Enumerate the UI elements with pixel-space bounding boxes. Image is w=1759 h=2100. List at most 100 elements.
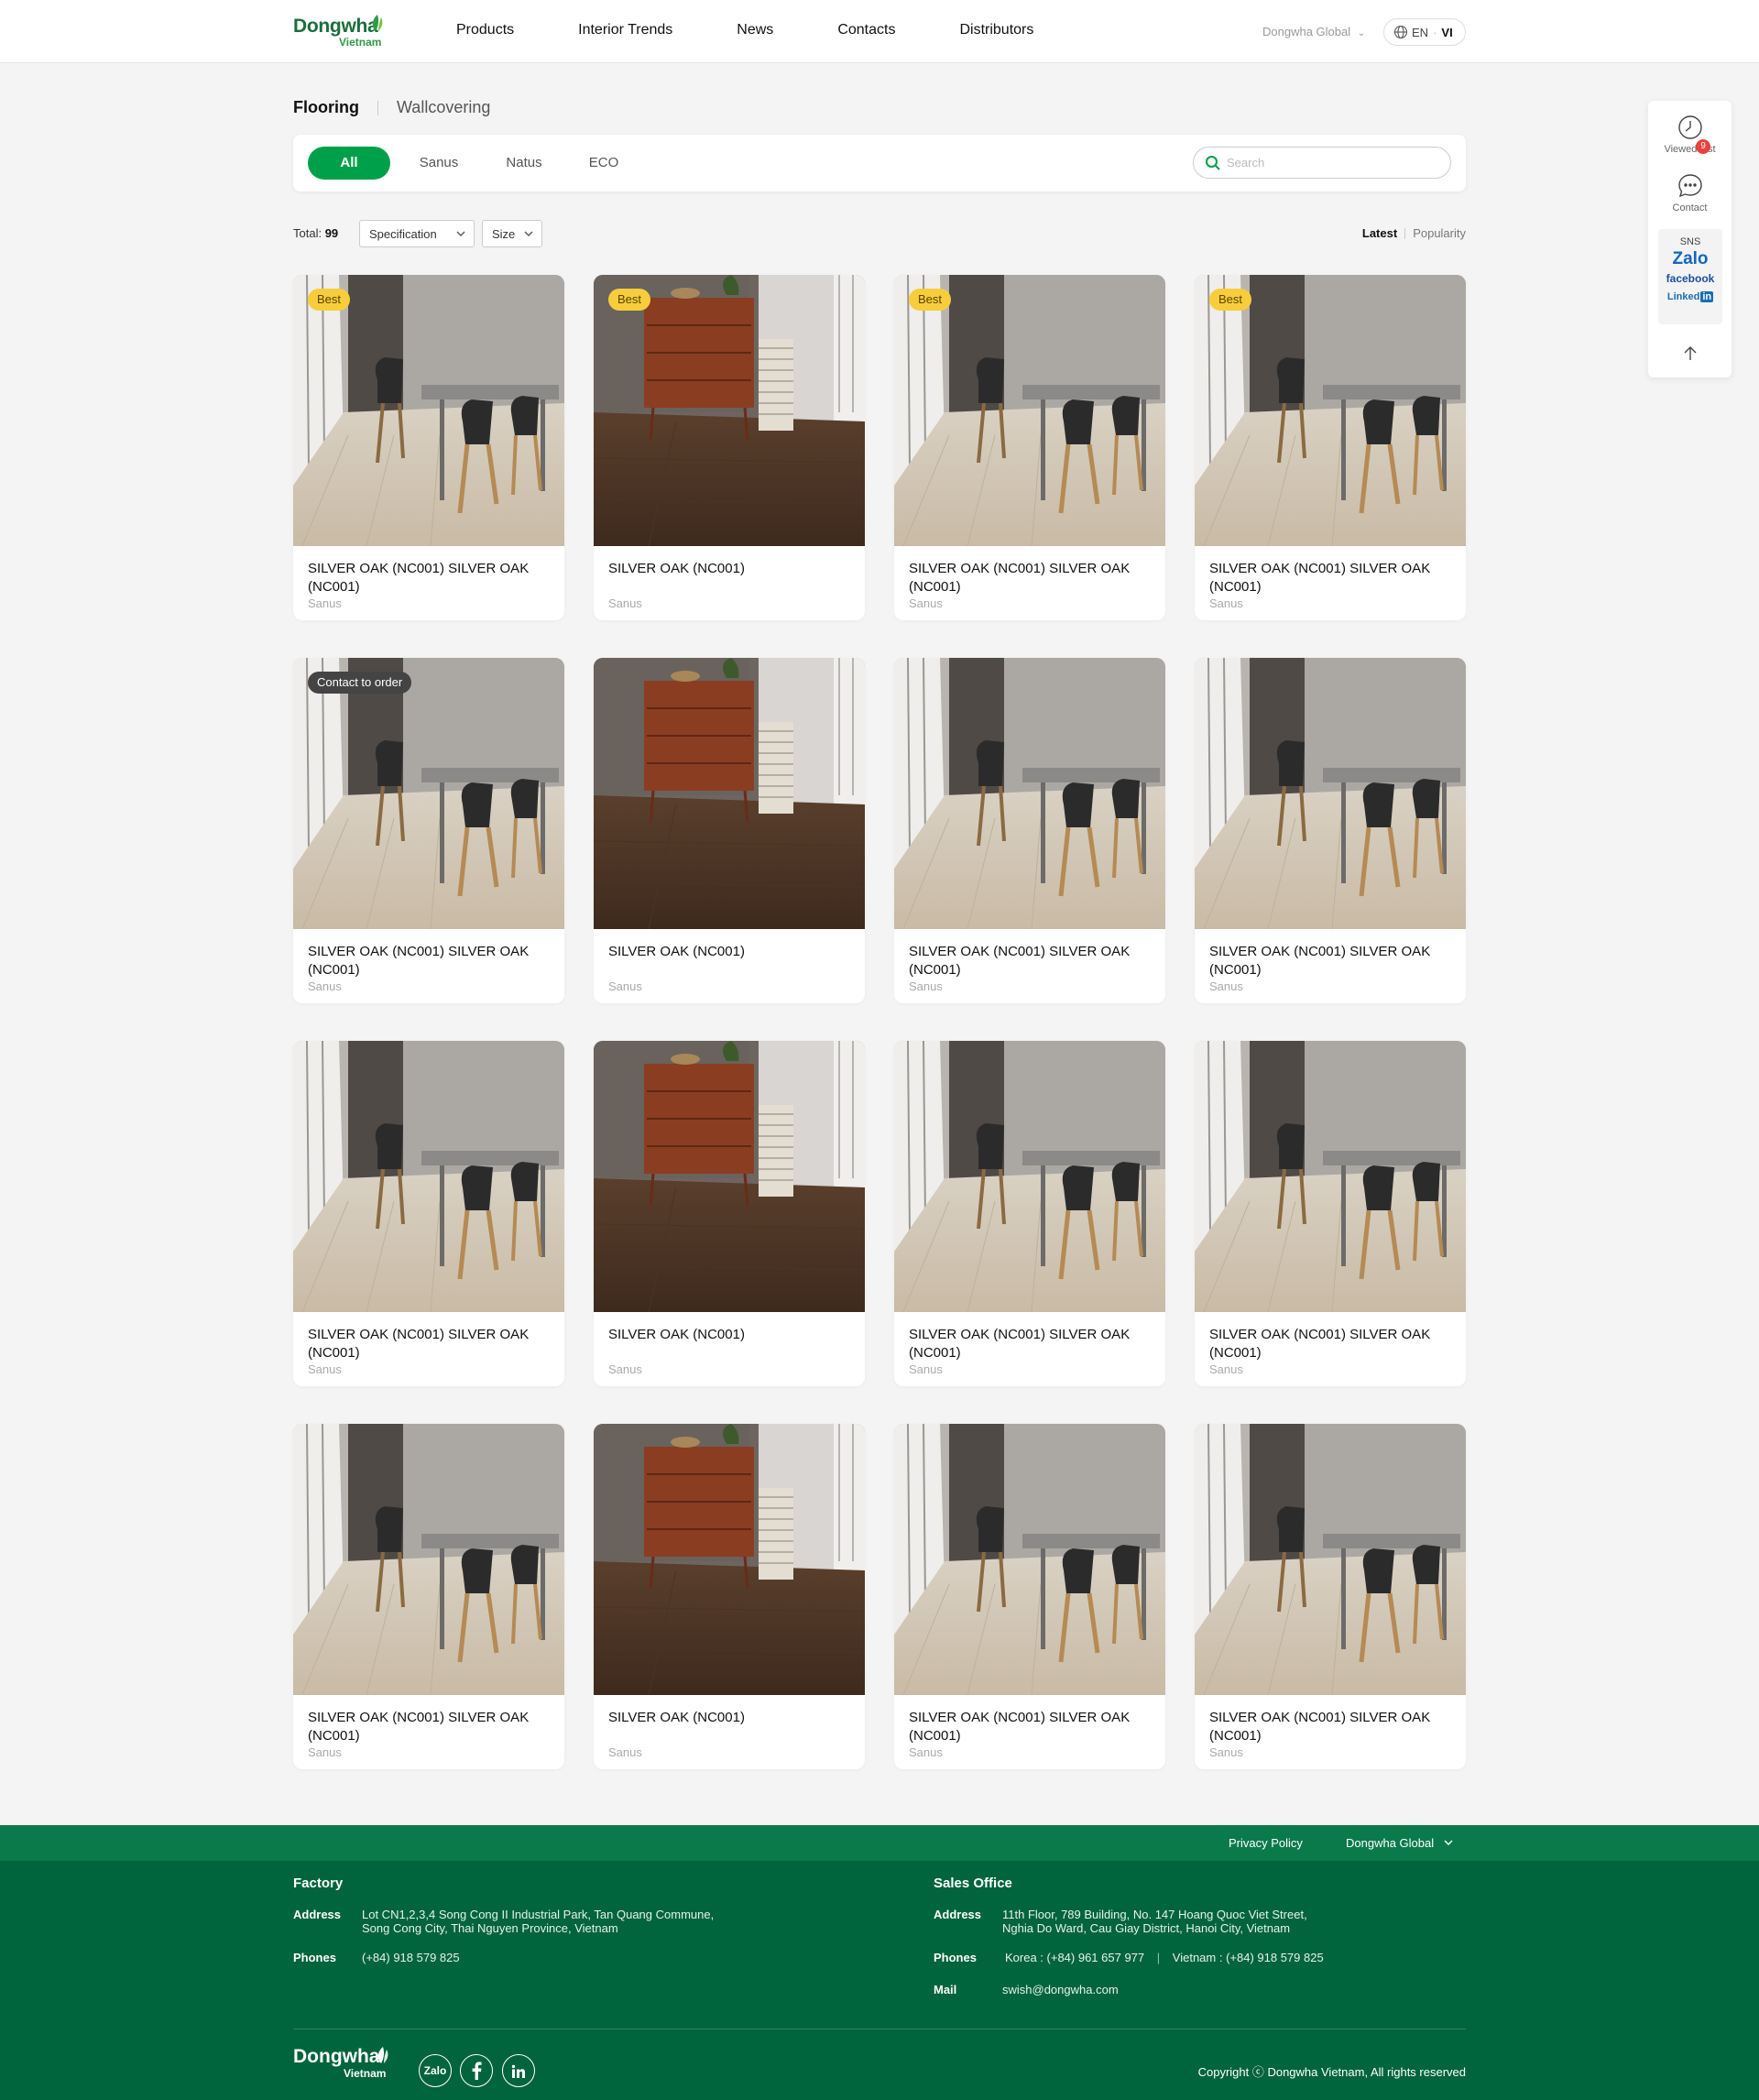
- privacy-policy-link[interactable]: Privacy Policy: [1229, 1836, 1303, 1850]
- product-name[interactable]: SILVER OAK (NC001) SILVER OAK (NC001): [308, 943, 550, 979]
- contact-button[interactable]: Contact: [1648, 172, 1732, 213]
- product-name[interactable]: SILVER OAK (NC001) SILVER OAK (NC001): [909, 560, 1151, 596]
- tab-flooring[interactable]: Flooring: [293, 98, 359, 117]
- product-thumbnail[interactable]: [594, 1424, 865, 1695]
- scroll-top-button[interactable]: [1648, 345, 1732, 366]
- product-name[interactable]: SILVER OAK (NC001) SILVER OAK (NC001): [909, 1326, 1151, 1362]
- product-card[interactable]: SILVER OAK (NC001) SILVER OAK (NC001) San…: [1195, 1424, 1466, 1769]
- nav-news[interactable]: News: [737, 22, 773, 38]
- footer-logo[interactable]: Dongwha Vietnam: [293, 2046, 388, 2080]
- product-thumbnail[interactable]: [894, 658, 1165, 929]
- product-thumbnail[interactable]: [293, 658, 564, 929]
- nav-products[interactable]: Products: [456, 22, 514, 38]
- site-footer: Factory Address Lot CN1,2,3,4 Song Cong …: [0, 1861, 1759, 2100]
- product-thumbnail[interactable]: [894, 1041, 1165, 1312]
- quick-menu: 9 Viewed List Contact SNS Zalo facebook …: [1648, 101, 1732, 377]
- product-series: Sanus: [909, 979, 943, 993]
- product-name[interactable]: SILVER OAK (NC001) SILVER OAK (NC001): [909, 1709, 1151, 1745]
- specification-dropdown[interactable]: Specification: [359, 220, 475, 247]
- product-card[interactable]: Best SILVER OAK (NC001) SILVER OAK (NC001…: [894, 275, 1165, 620]
- product-card[interactable]: Contact to order SILVER OAK (NC001) SILVE…: [293, 658, 564, 1003]
- mail-link[interactable]: swish@dongwha.com: [1002, 1983, 1119, 1996]
- product-name[interactable]: SILVER OAK (NC001) SILVER OAK (NC001): [308, 1326, 550, 1362]
- product-series: Sanus: [1209, 1362, 1243, 1376]
- product-thumbnail[interactable]: [1195, 1041, 1466, 1312]
- product-card[interactable]: SILVER OAK (NC001) SILVER OAK (NC001) San…: [894, 1041, 1165, 1386]
- product-series: Sanus: [308, 979, 342, 993]
- product-card[interactable]: SILVER OAK (NC001) Sanus: [594, 658, 865, 1003]
- product-name[interactable]: SILVER OAK (NC001) SILVER OAK (NC001): [1209, 943, 1451, 979]
- sort-latest[interactable]: Latest: [1362, 226, 1397, 240]
- sort-popularity[interactable]: Popularity: [1413, 226, 1466, 240]
- search-box[interactable]: [1193, 147, 1451, 179]
- product-name[interactable]: SILVER OAK (NC001): [608, 943, 850, 961]
- filter-natus[interactable]: Natus: [497, 147, 552, 180]
- product-card[interactable]: SILVER OAK (NC001) Sanus: [594, 1424, 865, 1769]
- product-series: Sanus: [608, 1362, 642, 1376]
- product-thumbnail[interactable]: [894, 1424, 1165, 1695]
- product-card[interactable]: SILVER OAK (NC001) SILVER OAK (NC001) San…: [293, 1424, 564, 1769]
- product-series: Sanus: [909, 1745, 943, 1759]
- category-tabs: Flooring Wallcovering: [293, 98, 490, 117]
- filter-eco[interactable]: ECO: [581, 147, 627, 180]
- product-name[interactable]: SILVER OAK (NC001) SILVER OAK (NC001): [909, 943, 1151, 979]
- total-count: Total: 99: [293, 226, 338, 240]
- footer-linkedin-link[interactable]: [502, 2054, 535, 2087]
- lang-en[interactable]: EN: [1412, 26, 1428, 39]
- zalo-link[interactable]: Zalo: [1658, 249, 1722, 269]
- product-card[interactable]: SILVER OAK (NC001) SILVER OAK (NC001) San…: [894, 658, 1165, 1003]
- product-thumbnail[interactable]: [293, 1424, 564, 1695]
- product-thumbnail[interactable]: [594, 1041, 865, 1312]
- sort-options: Latest Popularity: [1362, 226, 1466, 240]
- product-thumbnail[interactable]: [1195, 658, 1466, 929]
- product-thumbnail[interactable]: [594, 658, 865, 929]
- product-thumbnail[interactable]: [293, 275, 564, 546]
- product-name[interactable]: SILVER OAK (NC001): [608, 1709, 850, 1727]
- product-card[interactable]: SILVER OAK (NC001) SILVER OAK (NC001) San…: [1195, 658, 1466, 1003]
- linkedin-link[interactable]: Linked in: [1658, 291, 1722, 302]
- sales-address-label: Address: [934, 1908, 982, 1921]
- product-thumbnail-image: [594, 1424, 865, 1695]
- nav-interior-trends[interactable]: Interior Trends: [578, 22, 672, 38]
- footer-global-select[interactable]: Dongwha Global: [1346, 1836, 1454, 1850]
- product-card[interactable]: Best SILVER OAK (NC001) SILVER OAK (NC001…: [293, 275, 564, 620]
- product-card[interactable]: Best SILVER OAK (NC001) Sanus: [594, 275, 865, 620]
- product-card[interactable]: Best SILVER OAK (NC001) SILVER OAK (NC001…: [1195, 275, 1466, 620]
- global-site-select[interactable]: Dongwha Global ⌄: [1262, 25, 1365, 38]
- sns-links: SNS Zalo facebook Linked in: [1658, 229, 1722, 324]
- product-name[interactable]: SILVER OAK (NC001) SILVER OAK (NC001): [308, 1709, 550, 1745]
- nav-distributors[interactable]: Distributors: [959, 22, 1033, 38]
- viewed-list-button[interactable]: 9 Viewed List: [1648, 114, 1732, 155]
- product-thumbnail[interactable]: [1195, 275, 1466, 546]
- footer-zalo-link[interactable]: Zalo: [419, 2054, 452, 2087]
- arrow-up-icon: [1684, 346, 1696, 360]
- product-card[interactable]: SILVER OAK (NC001) SILVER OAK (NC001) San…: [894, 1424, 1165, 1769]
- product-thumbnail[interactable]: [1195, 1424, 1466, 1695]
- facebook-link[interactable]: facebook: [1658, 272, 1722, 285]
- product-card[interactable]: SILVER OAK (NC001) SILVER OAK (NC001) San…: [1195, 1041, 1466, 1386]
- product-name[interactable]: SILVER OAK (NC001) SILVER OAK (NC001): [308, 560, 550, 596]
- product-thumbnail[interactable]: [594, 275, 865, 546]
- product-card[interactable]: SILVER OAK (NC001) SILVER OAK (NC001) San…: [293, 1041, 564, 1386]
- footer-facebook-link[interactable]: [460, 2054, 493, 2087]
- brand-logo[interactable]: Dongwha Vietnam: [293, 15, 389, 52]
- product-name[interactable]: SILVER OAK (NC001) SILVER OAK (NC001): [1209, 1326, 1451, 1362]
- footer-logo-sub: Vietnam: [344, 2067, 387, 2080]
- lang-vi[interactable]: VI: [1441, 26, 1452, 39]
- best-badge: Best: [308, 289, 351, 311]
- language-switch[interactable]: EN · VI: [1383, 18, 1466, 46]
- search-input[interactable]: [1227, 156, 1428, 170]
- product-name[interactable]: SILVER OAK (NC001): [608, 1326, 850, 1344]
- product-name[interactable]: SILVER OAK (NC001): [608, 560, 850, 578]
- product-name[interactable]: SILVER OAK (NC001) SILVER OAK (NC001): [1209, 560, 1451, 596]
- tab-wallcovering[interactable]: Wallcovering: [397, 98, 490, 117]
- size-dropdown[interactable]: Size: [482, 220, 542, 247]
- product-thumbnail[interactable]: [293, 1041, 564, 1312]
- filter-sanus[interactable]: Sanus: [407, 147, 471, 180]
- product-thumbnail[interactable]: [894, 275, 1165, 546]
- product-name[interactable]: SILVER OAK (NC001) SILVER OAK (NC001): [1209, 1709, 1451, 1745]
- product-card[interactable]: SILVER OAK (NC001) Sanus: [594, 1041, 865, 1386]
- nav-contacts[interactable]: Contacts: [837, 22, 895, 38]
- filter-all[interactable]: All: [308, 147, 390, 180]
- total-number: 99: [324, 226, 339, 240]
